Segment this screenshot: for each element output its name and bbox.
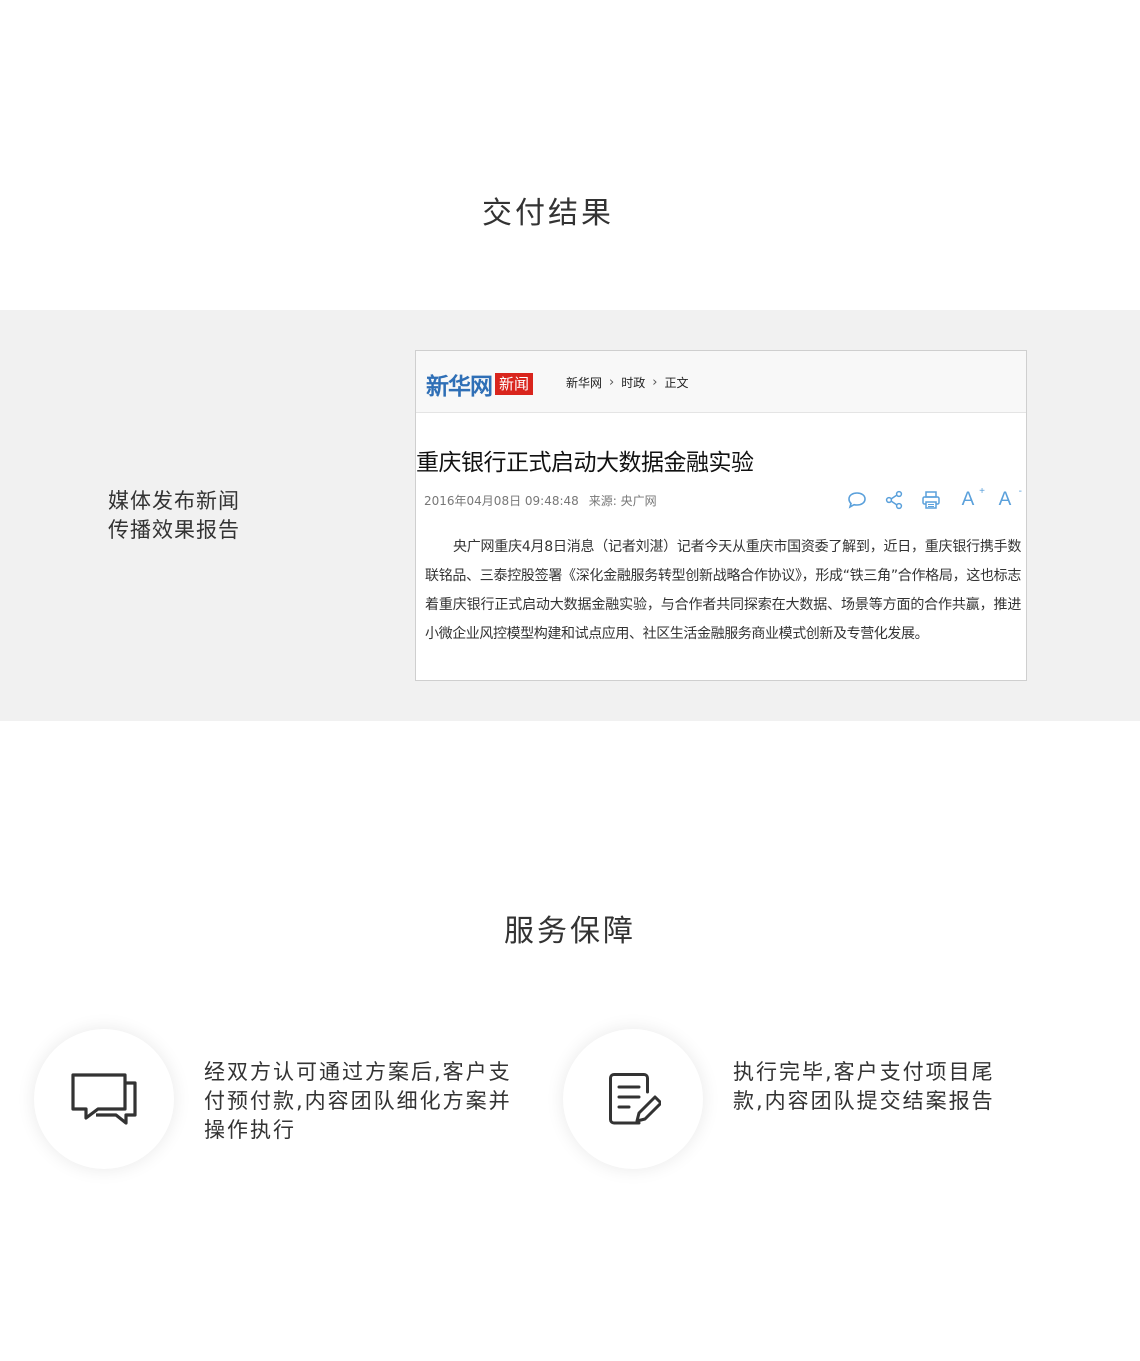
chevron-right-icon: › bbox=[609, 375, 615, 390]
logo-badge: 新闻 bbox=[495, 373, 534, 395]
news-date: 2016年04月08日 09:48:48 bbox=[424, 494, 579, 508]
print-icon[interactable] bbox=[920, 489, 942, 511]
comment-icon[interactable] bbox=[846, 489, 868, 511]
band-label-line1: 媒体发布新闻 bbox=[108, 489, 240, 513]
breadcrumb-item-home[interactable]: 新华网 bbox=[566, 374, 602, 391]
news-headline: 重庆银行正式启动大数据金融实验 bbox=[416, 450, 754, 476]
document-edit-icon bbox=[609, 1073, 661, 1125]
service-icon-circle-2 bbox=[563, 1029, 703, 1169]
news-source: 来源: 央广网 bbox=[588, 494, 657, 508]
section-title-delivery: 交付结果 bbox=[482, 196, 614, 231]
breadcrumb-item-politics[interactable]: 时政 bbox=[621, 374, 645, 391]
service-icon-circle-1 bbox=[34, 1029, 174, 1169]
breadcrumb-item-article: 正文 bbox=[664, 376, 689, 390]
news-screenshot-card: 新华网 新闻 新华网 › 时政 › 正文 重庆银行正式启动大数据金融实验 201… bbox=[415, 350, 1027, 681]
share-icon[interactable] bbox=[883, 489, 905, 511]
chevron-right-icon: › bbox=[652, 375, 658, 390]
breadcrumb: 新华网 › 时政 › 正文 bbox=[566, 374, 688, 391]
article-toolbar: A + A- bbox=[831, 486, 1022, 511]
font-smaller-icon[interactable]: A- bbox=[994, 486, 1022, 511]
band-label: 媒体发布新闻 传播效果报告 bbox=[108, 487, 240, 545]
section-title-service: 服务保障 bbox=[504, 914, 636, 949]
news-meta: 2016年04月08日 09:48:48 来源: 央广网 bbox=[424, 492, 667, 509]
news-body: 央广网重庆4月8日消息（记者刘湛）记者今天从重庆市国资委了解到，近日，重庆银行携… bbox=[425, 539, 1021, 642]
xinhua-logo[interactable]: 新华网 新闻 bbox=[426, 369, 534, 400]
news-header: 新华网 新闻 新华网 › 时政 › 正文 bbox=[416, 351, 1026, 413]
font-larger-icon[interactable]: A + bbox=[957, 486, 985, 511]
service-step-2-text: 执行完毕,客户支付项目尾款,内容团队提交结案报告 bbox=[733, 1060, 995, 1113]
logo-text: 新华网 bbox=[426, 373, 493, 400]
band-label-line2: 传播效果报告 bbox=[108, 518, 240, 542]
chat-bubbles-icon bbox=[71, 1073, 137, 1125]
service-step-1-text: 经双方认可通过方案后,客户支付预付款,内容团队细化方案并操作执行 bbox=[204, 1060, 512, 1142]
